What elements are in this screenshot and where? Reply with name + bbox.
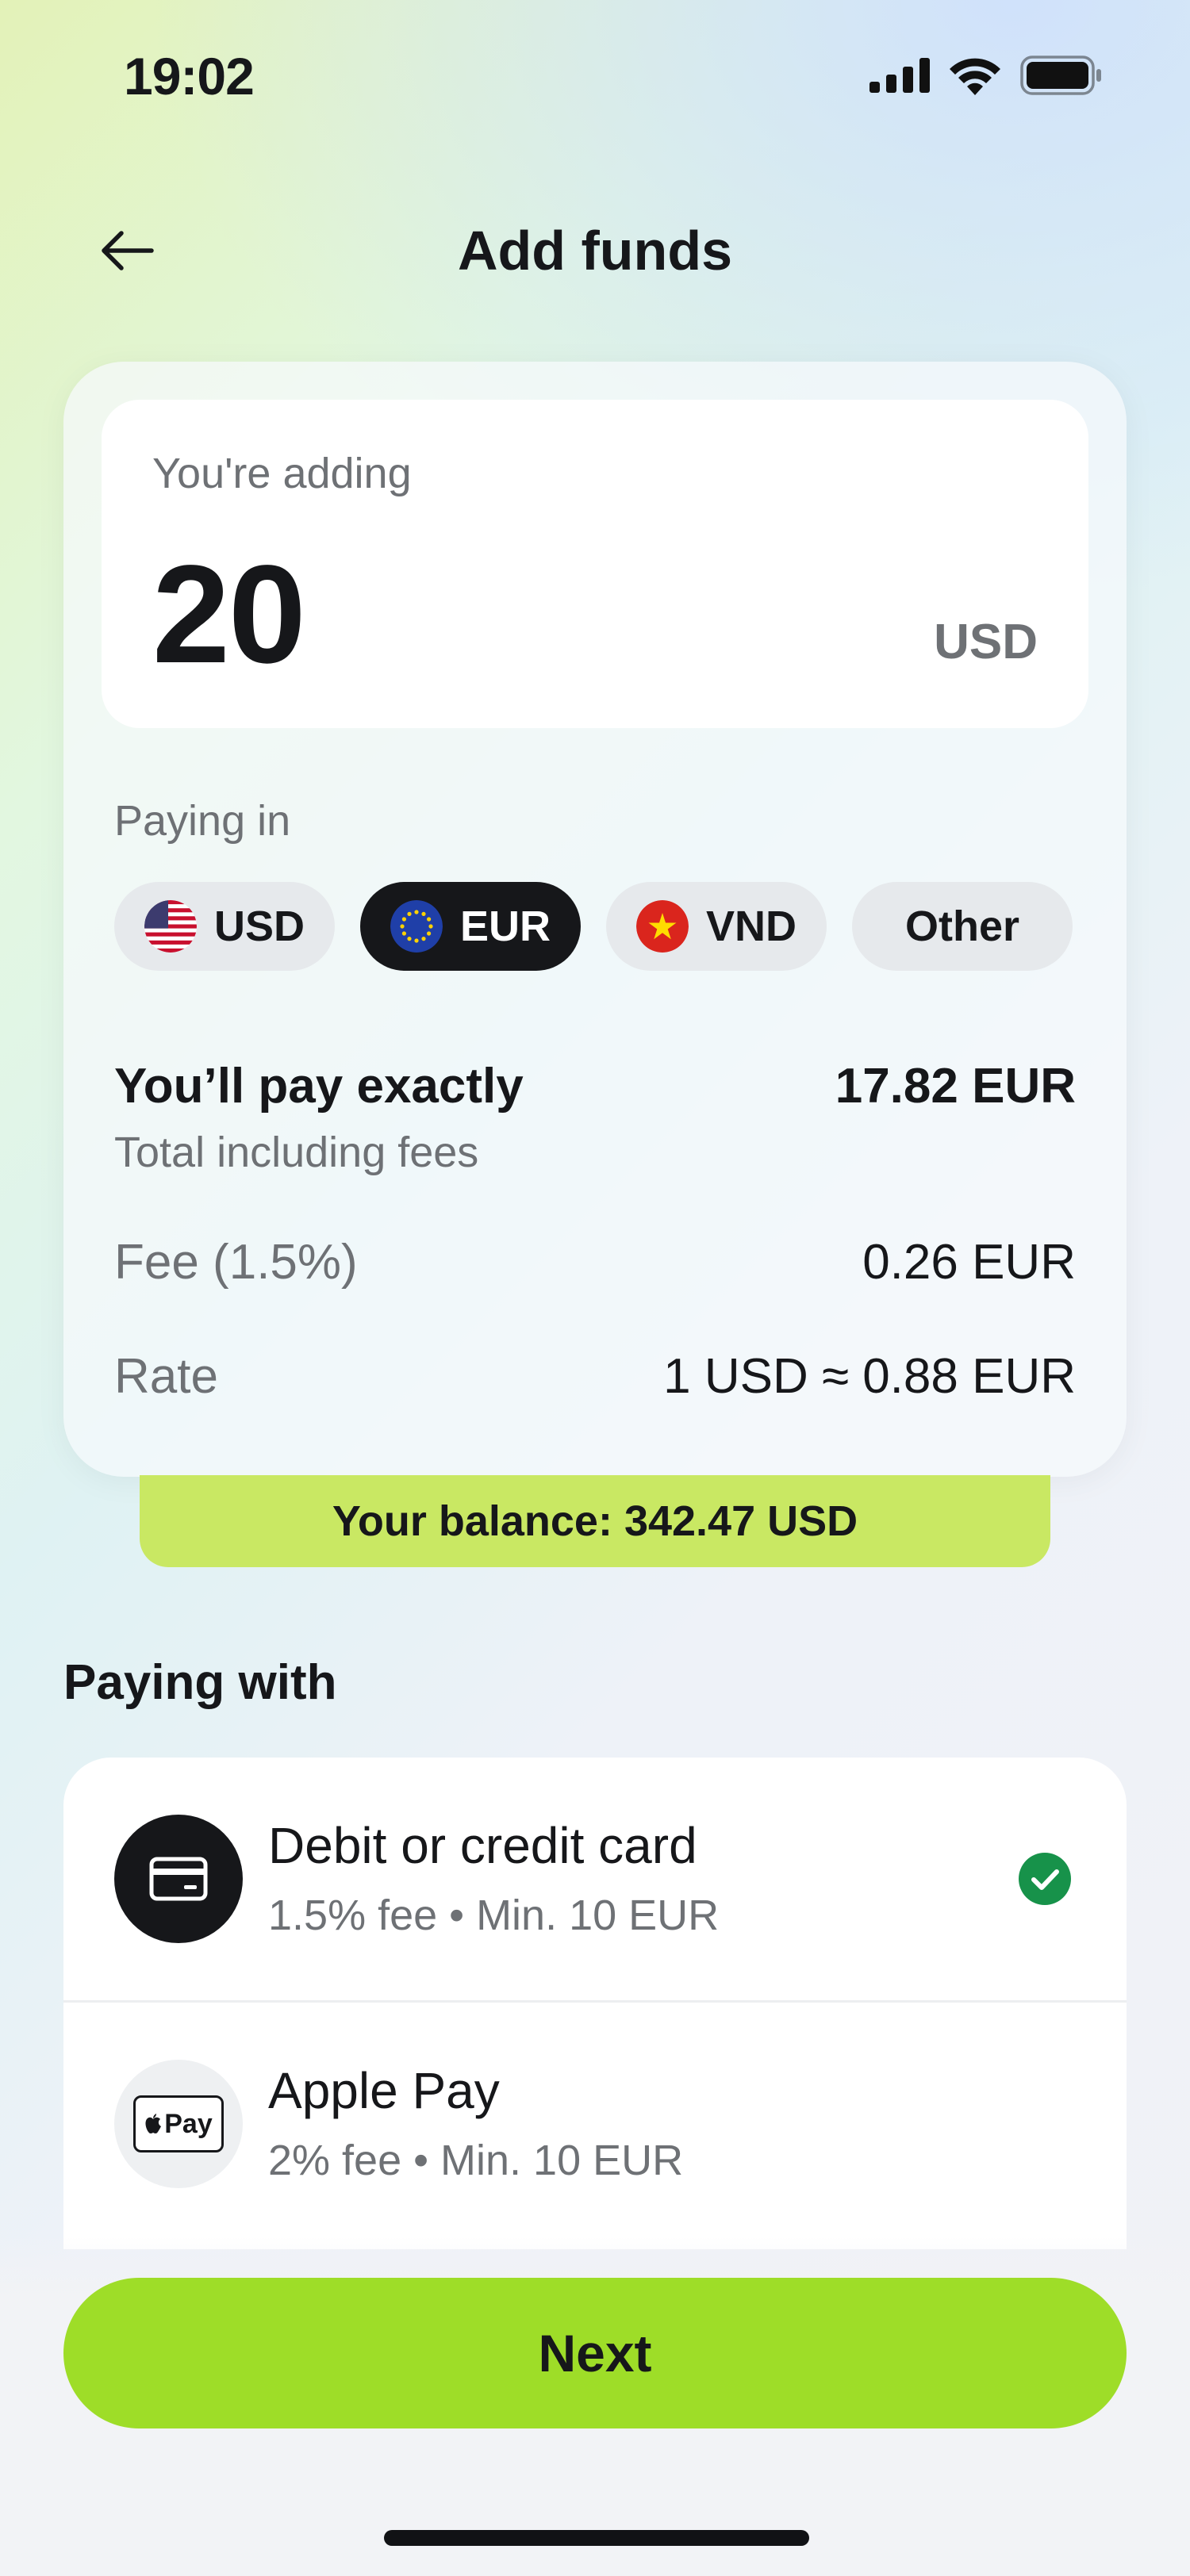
rate-value: 1 USD ≈ 0.88 EUR <box>663 1349 1076 1404</box>
payment-method-subtitle: 1.5% fee • Min. 10 EUR <box>268 1892 720 1939</box>
payment-method-title: Debit or credit card <box>268 1817 697 1874</box>
currency-chip-usd[interactable]: USD <box>114 882 335 971</box>
total-value: 17.82 EUR <box>835 1059 1076 1114</box>
balance-strip: Your balance: 342.47 USD <box>140 1475 1050 1567</box>
signal-icon <box>869 58 930 93</box>
currency-chip-label: Other <box>904 903 1020 950</box>
add-funds-card: You're adding 20 USD Paying in USD EUR V… <box>63 362 1127 1477</box>
selected-check-icon <box>1019 1853 1071 1905</box>
amount-label: You're adding <box>152 450 412 497</box>
fee-label: Fee (1.5%) <box>114 1235 358 1290</box>
currency-chip-label: USD <box>213 903 305 950</box>
us-flag-icon <box>144 900 197 953</box>
payment-method-apple-pay[interactable]: Pay Apple Pay 2% fee • Min. 10 EUR <box>63 2003 1127 2245</box>
amount-currency: USD <box>934 615 1038 669</box>
currency-chip-other[interactable]: Other <box>852 882 1073 971</box>
next-button[interactable]: Next <box>63 2278 1127 2428</box>
card-icon <box>114 1815 243 1943</box>
home-indicator[interactable] <box>384 2530 809 2546</box>
apple-pay-icon: Pay <box>114 2060 243 2188</box>
currency-chips: USD EUR VND Other <box>114 882 1073 971</box>
wifi-icon <box>950 58 1000 95</box>
status-icons <box>869 56 1103 95</box>
currency-chip-label: EUR <box>459 903 551 950</box>
vn-flag-icon <box>635 900 689 953</box>
payment-method-subtitle: 2% fee • Min. 10 EUR <box>268 2137 684 2184</box>
paying-in-label: Paying in <box>114 797 291 845</box>
total-subtitle: Total including fees <box>114 1129 479 1176</box>
rate-label: Rate <box>114 1349 218 1404</box>
apple-pay-icon-text: Pay <box>164 2108 213 2139</box>
eu-flag-icon <box>390 900 443 953</box>
payment-method-title: Apple Pay <box>268 2062 500 2119</box>
currency-chip-eur[interactable]: EUR <box>360 882 581 971</box>
fee-value: 0.26 EUR <box>862 1235 1076 1290</box>
page-title: Add funds <box>457 220 733 282</box>
amount-value[interactable]: 20 <box>152 535 306 695</box>
battery-icon <box>1020 56 1101 95</box>
payment-method-card[interactable]: Debit or credit card 1.5% fee • Min. 10 … <box>63 1758 1127 2000</box>
amount-input-box[interactable]: You're adding 20 USD <box>102 400 1088 728</box>
payment-methods-list: Debit or credit card 1.5% fee • Min. 10 … <box>63 1758 1127 2249</box>
status-time: 19:02 <box>124 47 255 105</box>
currency-chip-vnd[interactable]: VND <box>606 882 827 971</box>
paying-with-title: Paying with <box>63 1655 337 1710</box>
total-label: You’ll pay exactly <box>114 1059 524 1114</box>
currency-chip-label: VND <box>705 903 797 950</box>
